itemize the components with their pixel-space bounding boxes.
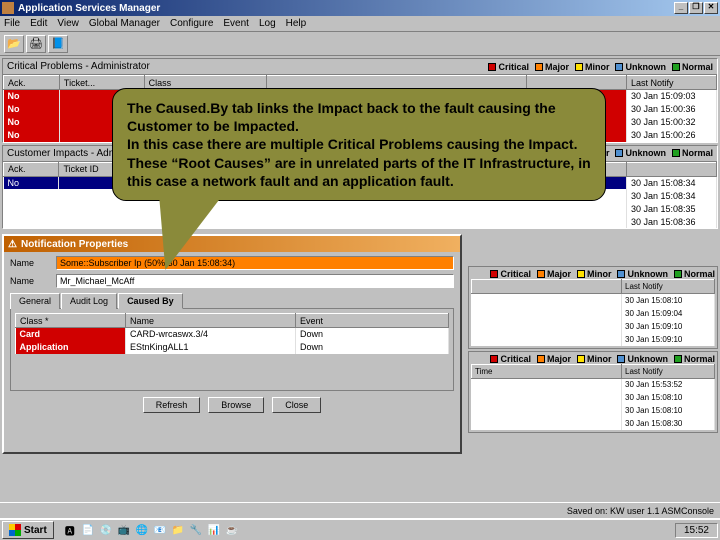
legend-major: Major — [545, 62, 569, 72]
tray-icon[interactable]: 📄 — [80, 522, 96, 538]
col-ack[interactable]: Ack. — [4, 162, 59, 176]
taskbar-clock: 15:52 — [675, 523, 718, 538]
name2-label: Name — [10, 276, 50, 286]
legend-unknown: Unknown — [625, 62, 666, 72]
col-last-notify[interactable]: Last Notify — [622, 364, 715, 378]
legend-normal: Normal — [682, 62, 713, 72]
tray-icon[interactable]: 🔧 — [188, 522, 204, 538]
menu-configure[interactable]: Configure — [170, 18, 213, 29]
col-ack[interactable]: Ack. — [4, 76, 60, 90]
menubar: File Edit View Global Manager Configure … — [0, 16, 720, 32]
table-row[interactable]: Application EStnKingALL1 Down — [16, 341, 449, 354]
content-area: Critical Problems - Administrator Critic… — [0, 56, 720, 502]
taskbar: Start 🅰 📄 💿 📺 🌐 📧 📁 🔧 📊 ☕ 15:52 — [0, 518, 720, 540]
menu-view[interactable]: View — [57, 18, 79, 29]
caused-by-grid[interactable]: Class * Name Event Card CARD-wrcaswx.3/4… — [15, 313, 449, 354]
col-time[interactable]: Time — [472, 364, 622, 378]
book-icon[interactable]: 📘 — [48, 35, 68, 53]
col-last-notify[interactable]: Last Notify — [627, 76, 717, 90]
detail-grid-1[interactable]: Last Notify 30 Jan 15:08:10 30 Jan 15:09… — [471, 279, 715, 346]
table-row[interactable]: 30 Jan 15:08:10 — [472, 404, 715, 417]
dialog-tabs: General Audit Log Caused By — [10, 292, 454, 309]
menu-file[interactable]: File — [4, 18, 20, 29]
maximize-button[interactable]: ❐ — [689, 2, 703, 14]
browse-button[interactable]: Browse — [208, 397, 264, 413]
legend-minor: Minor — [585, 62, 610, 72]
tray-icon[interactable]: 📧 — [152, 522, 168, 538]
table-row[interactable]: 30 Jan 15:08:30 — [472, 417, 715, 430]
menu-log[interactable]: Log — [259, 18, 276, 29]
name-field-2[interactable]: Mr_Michael_McAff — [56, 274, 454, 288]
windows-icon — [9, 524, 21, 536]
col-item[interactable] — [472, 280, 622, 294]
tray-icon[interactable]: 📺 — [116, 522, 132, 538]
menu-global-manager[interactable]: Global Manager — [89, 18, 160, 29]
table-row[interactable]: 30 Jan 15:53:52 — [472, 378, 715, 391]
close-dialog-button[interactable]: Close — [272, 397, 321, 413]
toolbar: 📂 🖨 📘 — [0, 32, 720, 56]
tray-icon[interactable]: 💿 — [98, 522, 114, 538]
window-titlebar: Application Services Manager _ ❐ ✕ — [0, 0, 720, 16]
status-bar: Saved on: KW user 1.1 ASMConsole — [0, 502, 720, 518]
tab-caused-by[interactable]: Caused By — [118, 293, 183, 309]
minimize-button[interactable]: _ — [674, 2, 688, 14]
table-row[interactable]: 30 Jan 15:09:10 — [472, 333, 715, 346]
print-icon[interactable]: 🖨 — [26, 35, 46, 53]
menu-edit[interactable]: Edit — [30, 18, 47, 29]
severity-legend: Critical Major Minor Unknown Normal — [488, 62, 713, 72]
tray-icon[interactable]: 🅰 — [62, 522, 78, 538]
detail-grid-2[interactable]: TimeLast Notify 30 Jan 15:53:52 30 Jan 1… — [471, 364, 715, 431]
window-title: Application Services Manager — [18, 3, 160, 14]
tray-icon[interactable]: 📊 — [206, 522, 222, 538]
tray-icon[interactable]: 🌐 — [134, 522, 150, 538]
table-row[interactable]: 30 Jan 15:08:10 — [472, 294, 715, 307]
alert-icon: ⚠ — [8, 239, 17, 250]
app-icon — [2, 2, 14, 14]
tray-icon[interactable]: 📁 — [170, 522, 186, 538]
mini-panel-2: Critical Major Minor Unknown Normal Time… — [468, 351, 718, 434]
notification-properties-dialog: ⚠ Notification Properties Name Some::Sub… — [2, 234, 462, 454]
col-class[interactable]: Class * — [16, 314, 126, 328]
col-time[interactable] — [627, 162, 717, 176]
menu-help[interactable]: Help — [286, 18, 307, 29]
close-button[interactable]: ✕ — [704, 2, 718, 14]
col-event[interactable]: Event — [296, 314, 449, 328]
table-row[interactable]: Card CARD-wrcaswx.3/4 Down — [16, 328, 449, 341]
table-row[interactable]: 30 Jan 15:09:10 — [472, 320, 715, 333]
legend-critical: Critical — [498, 62, 529, 72]
panel-title-label: Critical Problems - Administrator — [7, 61, 150, 72]
tray-icon[interactable]: ☕ — [224, 522, 240, 538]
col-last-notify[interactable]: Last Notify — [622, 280, 715, 294]
open-icon[interactable]: 📂 — [4, 35, 24, 53]
callout-text: The Caused.By tab links the Impact back … — [127, 100, 591, 189]
table-row[interactable]: 30 Jan 15:08:35 — [4, 202, 717, 215]
name-field-1[interactable]: Some::Subscriber Ip (50% 30 Jan 15:08:34… — [56, 256, 454, 270]
start-label: Start — [24, 525, 47, 536]
col-name[interactable]: Name — [126, 314, 296, 328]
explanation-callout: The Caused.By tab links the Impact back … — [112, 88, 606, 201]
right-detail-column: Critical Major Minor Unknown Normal Last… — [468, 266, 718, 433]
mini-panel-1: Critical Major Minor Unknown Normal Last… — [468, 266, 718, 349]
dialog-title: Notification Properties — [21, 239, 128, 250]
status-text: Saved on: KW user 1.1 ASMConsole — [567, 506, 714, 516]
name-label: Name — [10, 258, 50, 268]
caused-by-tabbody: Class * Name Event Card CARD-wrcaswx.3/4… — [10, 309, 454, 391]
tab-general[interactable]: General — [10, 293, 60, 309]
refresh-button[interactable]: Refresh — [143, 397, 201, 413]
table-row[interactable]: 30 Jan 15:08:36 — [4, 215, 717, 228]
start-button[interactable]: Start — [2, 521, 54, 539]
menu-event[interactable]: Event — [223, 18, 249, 29]
table-row[interactable]: 30 Jan 15:08:10 — [472, 391, 715, 404]
tab-audit-log[interactable]: Audit Log — [61, 293, 117, 309]
table-row[interactable]: 30 Jan 15:09:04 — [472, 307, 715, 320]
